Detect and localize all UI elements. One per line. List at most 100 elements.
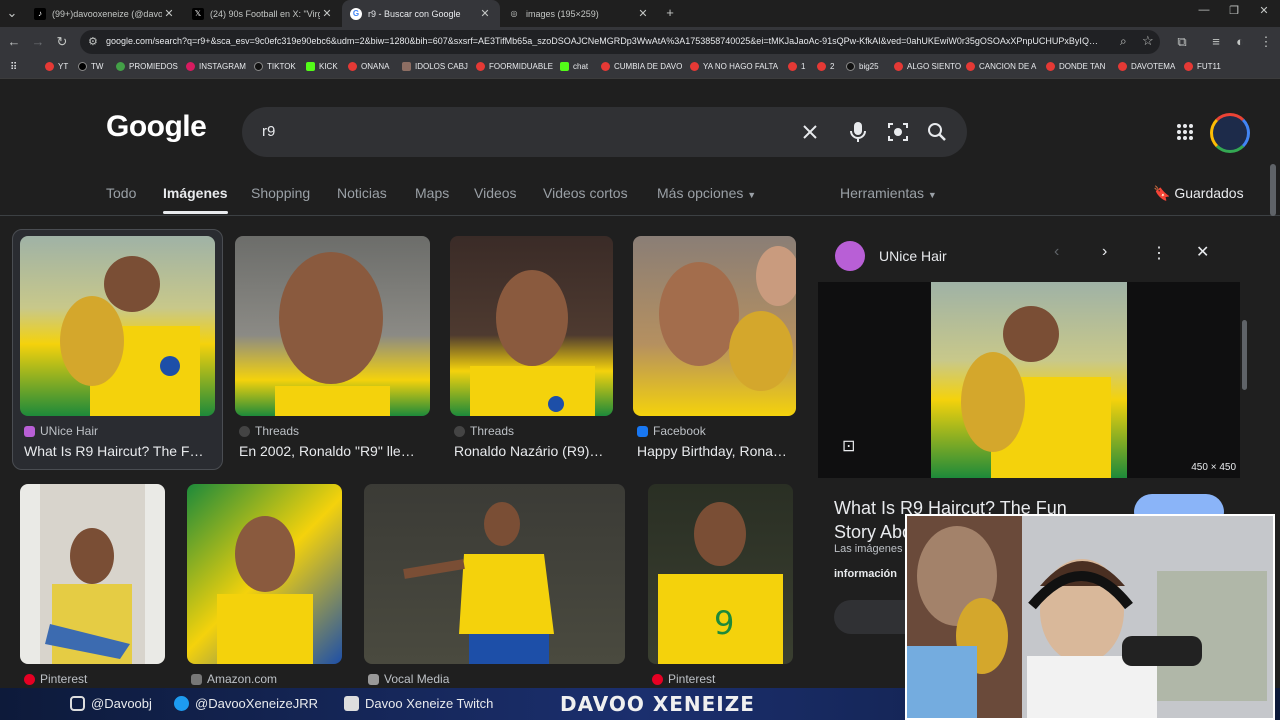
result-caption[interactable]: What Is R9 Haircut? The F… <box>24 443 203 459</box>
panel-more-info[interactable]: información <box>834 568 897 580</box>
search-icon[interactable] <box>924 119 950 145</box>
image-dimensions: 450 × 450 <box>1191 462 1236 473</box>
result-caption[interactable]: Ronaldo Nazário (R9)… <box>454 443 603 459</box>
bookmark-donde[interactable]: DONDE TAN <box>1046 62 1105 71</box>
close-icon[interactable]: ✕ <box>478 7 492 20</box>
bookmark-kick[interactable]: KICK <box>306 62 338 71</box>
bookmark-2[interactable]: 2 <box>817 62 834 71</box>
close-panel-icon[interactable]: ✕ <box>1196 242 1209 262</box>
result-image[interactable] <box>364 484 625 664</box>
lens-icon[interactable] <box>885 119 911 145</box>
restore-icon[interactable]: ❐ <box>1219 4 1249 17</box>
zoom-icon[interactable]: ⌕ <box>1120 34 1127 49</box>
result-image[interactable] <box>235 236 430 416</box>
preview-image[interactable] <box>931 282 1127 478</box>
bookmarks-bar: ⠿ YT TW PROMIEDOS INSTAGRAM TIKTOK KICK … <box>0 57 1280 79</box>
forward-icon[interactable]: → <box>30 34 46 50</box>
extensions-icon[interactable]: ⧉ <box>1174 34 1190 50</box>
next-icon[interactable]: › <box>1102 243 1107 261</box>
account-avatar[interactable] <box>1210 113 1250 153</box>
tab-maps[interactable]: Maps <box>415 185 449 201</box>
bookmark-big25[interactable]: big25 <box>846 62 879 71</box>
google-apps-icon[interactable] <box>1176 123 1194 141</box>
google-icon: G <box>350 7 362 20</box>
site-favicon <box>835 241 865 271</box>
more-options-dropdown[interactable]: Más opciones ▼ <box>657 185 756 201</box>
tab-x[interactable]: 𝕏 (24) 90s Football en X: "Virgil v… ✕ <box>184 0 342 27</box>
bookmark-algo[interactable]: ALGO SIENTO <box>894 62 961 71</box>
close-icon[interactable]: ✕ <box>636 7 650 20</box>
minimize-icon[interactable]: — <box>1189 4 1219 16</box>
saved-button[interactable]: 🔖 Guardados <box>1153 185 1244 202</box>
close-window-icon[interactable]: ✕ <box>1249 4 1279 17</box>
address-bar[interactable]: ⚙ google.com/search?q=r9+&sca_esv=9c0efc… <box>80 30 1160 54</box>
tab-tiktok[interactable]: ♪ (99+)davooxeneize (@davoox… ✕ <box>26 0 184 27</box>
overlay-youtube: Davoo Xeneize Twitch <box>344 696 493 711</box>
microphone-icon[interactable] <box>845 119 871 145</box>
lens-search-icon[interactable]: ⊡ <box>842 436 855 456</box>
bookmark-ya-no[interactable]: YA NO HAGO FALTA <box>690 62 778 71</box>
tab-title: (99+)davooxeneize (@davoox… <box>52 8 162 19</box>
bookmark-yt[interactable]: YT <box>45 62 68 71</box>
apps-grid-icon[interactable]: ⠿ <box>10 62 17 73</box>
result-source: UNice Hair <box>24 424 98 438</box>
menu-icon[interactable]: ⋮ <box>1258 34 1274 50</box>
tab-noticias[interactable]: Noticias <box>337 185 387 201</box>
media-icon[interactable]: ≡ <box>1208 34 1224 50</box>
tools-dropdown[interactable]: Herramientas ▼ <box>840 185 937 201</box>
panel-site-name[interactable]: UNice Hair <box>879 248 947 264</box>
search-input[interactable]: r9 <box>262 123 275 140</box>
panel-scrollbar[interactable] <box>1242 320 1247 390</box>
tab-videos[interactable]: Videos <box>474 185 517 201</box>
preview-image-area[interactable]: ⊡ <box>818 282 1240 478</box>
result-image[interactable] <box>187 484 342 664</box>
tab-imagenes[interactable]: Imágenes <box>163 185 228 214</box>
reload-icon[interactable]: ↻ <box>54 34 70 50</box>
bookmark-cancion[interactable]: CANCION DE A <box>966 62 1036 71</box>
close-icon[interactable]: ✕ <box>320 7 334 20</box>
panel-note: Las imágenes <box>834 543 903 555</box>
result-image[interactable] <box>20 236 215 416</box>
prev-icon[interactable]: ‹ <box>1054 243 1059 261</box>
result-image[interactable] <box>450 236 613 416</box>
bookmark-davotema[interactable]: DAVOTEMA <box>1118 62 1175 71</box>
page-scrollbar[interactable] <box>1270 164 1276 216</box>
new-tab-icon[interactable]: + <box>662 5 678 21</box>
tab-images[interactable]: ◎ images (195×259) ✕ <box>500 0 658 27</box>
bookmark-star-icon[interactable]: ☆ <box>1142 33 1154 49</box>
tab-videos-cortos[interactable]: Videos cortos <box>543 185 628 201</box>
bookmark-onana[interactable]: ONANA <box>348 62 389 71</box>
google-logo[interactable]: Google <box>106 110 207 144</box>
tab-todo[interactable]: Todo <box>106 185 136 201</box>
bookmark-cumbia[interactable]: CUMBIA DE DAVO <box>601 62 682 71</box>
address-url[interactable]: google.com/search?q=r9+&sca_esv=9c0efc31… <box>106 36 1116 46</box>
bookmark-chat[interactable]: chat <box>560 62 588 71</box>
close-icon[interactable]: ✕ <box>162 7 176 20</box>
bookmark-promiedos[interactable]: PROMIEDOS <box>116 62 178 71</box>
bookmark-idolos[interactable]: IDOLOS CABJ <box>402 62 468 71</box>
tab-google-search[interactable]: G r9 - Buscar con Google ✕ <box>342 0 500 27</box>
result-source: Facebook <box>637 424 706 438</box>
result-image[interactable] <box>633 236 796 416</box>
bookmark-instagram[interactable]: INSTAGRAM <box>186 62 246 71</box>
result-caption[interactable]: En 2002, Ronaldo "R9" lle… <box>239 443 415 459</box>
tab-search-icon[interactable]: ⌄ <box>4 5 20 21</box>
site-info-icon[interactable]: ⚙ <box>88 35 98 48</box>
bookmark-foormiduable[interactable]: FOORMIDUABLE <box>476 62 553 71</box>
bookmark-tiktok[interactable]: TIKTOK <box>254 62 296 71</box>
more-vert-icon[interactable]: ⋮ <box>1151 243 1167 263</box>
bookmark-1[interactable]: 1 <box>788 62 805 71</box>
clear-icon[interactable] <box>797 119 823 145</box>
profile-icon[interactable]: ◐ <box>1232 34 1248 50</box>
result-image[interactable]: 9 <box>648 484 793 664</box>
bookmark-tw[interactable]: TW <box>78 62 103 71</box>
result-caption[interactable]: Happy Birthday, Rona… <box>637 443 787 459</box>
result-image[interactable] <box>20 484 165 664</box>
tab-title: images (195×259) <box>526 8 599 19</box>
result-source: Threads <box>239 424 299 438</box>
bookmark-fut11[interactable]: FUT11 <box>1184 62 1221 71</box>
svg-text:9: 9 <box>714 604 734 642</box>
back-icon[interactable]: ← <box>6 34 22 50</box>
tab-shopping[interactable]: Shopping <box>251 185 310 201</box>
search-box[interactable]: r9 <box>242 107 967 157</box>
